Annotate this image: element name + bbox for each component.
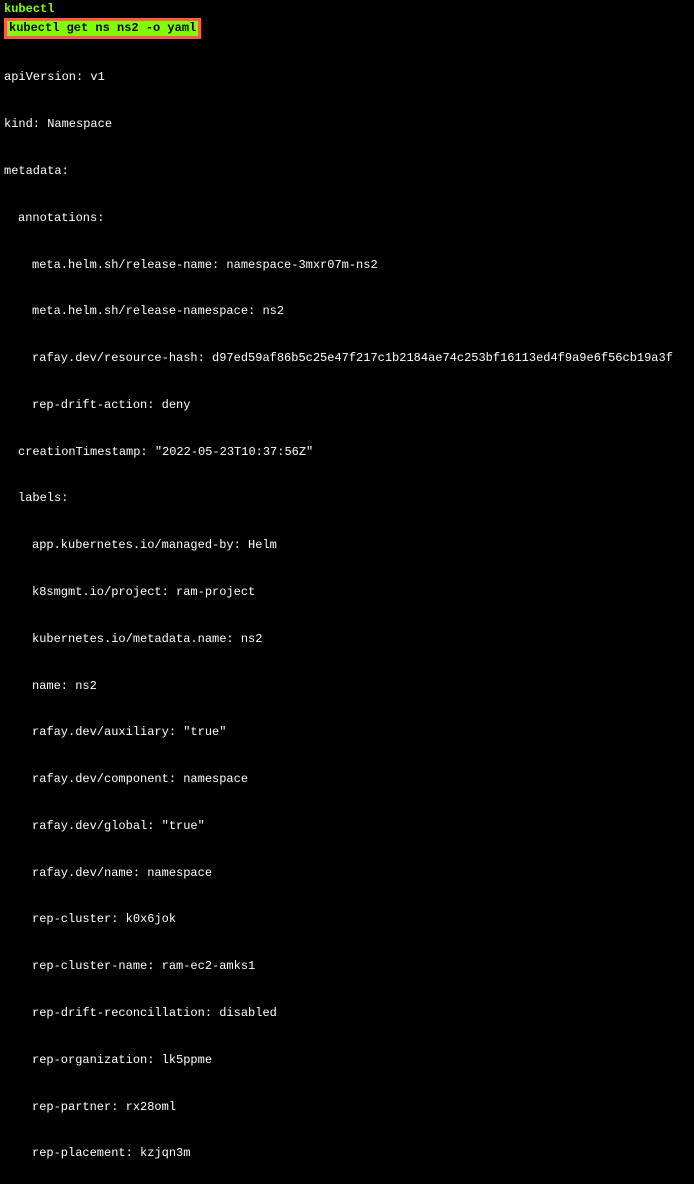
yaml-line: annotations: xyxy=(4,211,690,227)
yaml-line: app.kubernetes.io/managed-by: Helm xyxy=(4,538,690,554)
yaml-line: rep-drift-action: deny xyxy=(4,398,690,414)
yaml-line: rep-placement: kzjqn3m xyxy=(4,1146,690,1162)
yaml-line: creationTimestamp: "2022-05-23T10:37:56Z… xyxy=(4,445,690,461)
yaml-line: metadata: xyxy=(4,164,690,180)
yaml-line: apiVersion: v1 xyxy=(4,70,690,86)
yaml-line: rafay.dev/global: "true" xyxy=(4,819,690,835)
yaml-line: rep-cluster: k0x6jok xyxy=(4,912,690,928)
yaml-line: meta.helm.sh/release-name: namespace-3mx… xyxy=(4,258,690,274)
yaml-line: k8smgmt.io/project: ram-project xyxy=(4,585,690,601)
shell-prompt: kubectl xyxy=(4,2,690,18)
yaml-line: rep-drift-reconcillation: disabled xyxy=(4,1006,690,1022)
yaml-output: apiVersion: v1 kind: Namespace metadata:… xyxy=(4,39,690,1184)
yaml-line: kubernetes.io/metadata.name: ns2 xyxy=(4,632,690,648)
yaml-line: rep-partner: rx28oml xyxy=(4,1100,690,1116)
command-highlight: kubectl get ns ns2 -o yaml xyxy=(4,18,201,40)
yaml-line: rafay.dev/resource-hash: d97ed59af86b5c2… xyxy=(4,351,690,367)
yaml-line: rafay.dev/auxiliary: "true" xyxy=(4,725,690,741)
yaml-line: rafay.dev/name: namespace xyxy=(4,866,690,882)
terminal-output: kubectl kubectl get ns ns2 -o yaml apiVe… xyxy=(4,2,690,1184)
yaml-line: rep-organization: lk5ppme xyxy=(4,1053,690,1069)
yaml-line: name: ns2 xyxy=(4,679,690,695)
yaml-line: labels: xyxy=(4,491,690,507)
yaml-line: rep-cluster-name: ram-ec2-amks1 xyxy=(4,959,690,975)
yaml-line: kind: Namespace xyxy=(4,117,690,133)
yaml-line: rafay.dev/component: namespace xyxy=(4,772,690,788)
yaml-line: meta.helm.sh/release-namespace: ns2 xyxy=(4,304,690,320)
